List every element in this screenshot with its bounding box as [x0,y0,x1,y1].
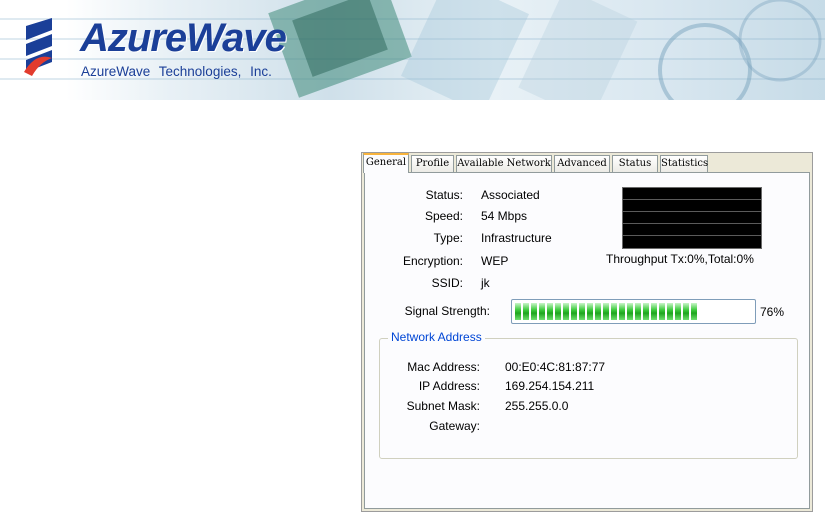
signal-segment [547,303,553,320]
signal-segment [531,303,537,320]
tab-statistics[interactable]: Statistics [660,155,708,172]
tab-available-network[interactable]: Available Network [456,155,552,172]
signal-segment [659,303,665,320]
tab-bar: General Profile Available Network Advanc… [362,153,812,173]
signal-strength-bar [511,299,756,324]
company-name: AzureWave Technologies, Inc. [81,64,272,79]
utility-panel: General Profile Available Network Advanc… [361,152,813,512]
signal-segment [563,303,569,320]
encryption-label: Encryption: [402,254,463,268]
general-page: Status: Associated Speed: 54 Mbps Type: … [364,172,810,509]
encryption-value: WEP [481,254,509,268]
tab-status[interactable]: Status [612,155,658,172]
mac-address-label: Mac Address: [407,360,480,374]
type-label: Type: [433,231,463,245]
signal-segment [619,303,625,320]
signal-segment [627,303,633,320]
signal-segment [643,303,649,320]
signal-segment [579,303,585,320]
signal-segment [651,303,657,320]
signal-segment [523,303,529,320]
ssid-value: jk [481,276,490,290]
signal-strength-label: Signal Strength: [404,304,490,318]
mac-address-value: 00:E0:4C:81:87:77 [505,360,606,374]
speed-label: Speed: [424,209,463,223]
status-value: Associated [481,188,540,202]
throughput-label: Throughput Tx:0%,Total:0% [606,252,754,266]
signal-segment [635,303,641,320]
network-address-title: Network Address [388,330,485,344]
gateway-label: Gateway: [429,419,480,433]
network-address-group: Network Address Mac Address: 00:E0:4C:81… [379,330,798,459]
ip-address-label: IP Address: [418,379,480,393]
subnet-mask-value: 255.255.0.0 [505,399,569,413]
status-label: Status: [425,188,463,202]
signal-segment [555,303,561,320]
signal-segment [595,303,601,320]
azurewave-logo-icon [24,18,52,76]
ip-address-value: 169.254.154.211 [505,379,595,393]
ssid-label: SSID: [431,276,463,290]
signal-segment [611,303,617,320]
signal-segment [603,303,609,320]
signal-segment [515,303,521,320]
brand-name: AzureWave [80,16,287,60]
type-value: Infrastructure [481,231,552,245]
signal-segment [675,303,681,320]
signal-strength-value: 76% [760,305,785,319]
tab-profile[interactable]: Profile [411,155,454,172]
speed-value: 54 Mbps [481,209,528,223]
signal-strength-fill [515,303,697,320]
signal-segment [571,303,577,320]
tab-general[interactable]: General [363,153,409,173]
signal-segment [683,303,689,320]
signal-segment [667,303,673,320]
throughput-graph [622,187,762,249]
subnet-mask-label: Subnet Mask: [406,399,480,413]
tab-advanced[interactable]: Advanced [554,155,610,172]
signal-segment [691,303,697,320]
banner: AzureWave AzureWave Technologies, Inc. [0,0,825,100]
signal-segment [539,303,545,320]
signal-segment [587,303,593,320]
